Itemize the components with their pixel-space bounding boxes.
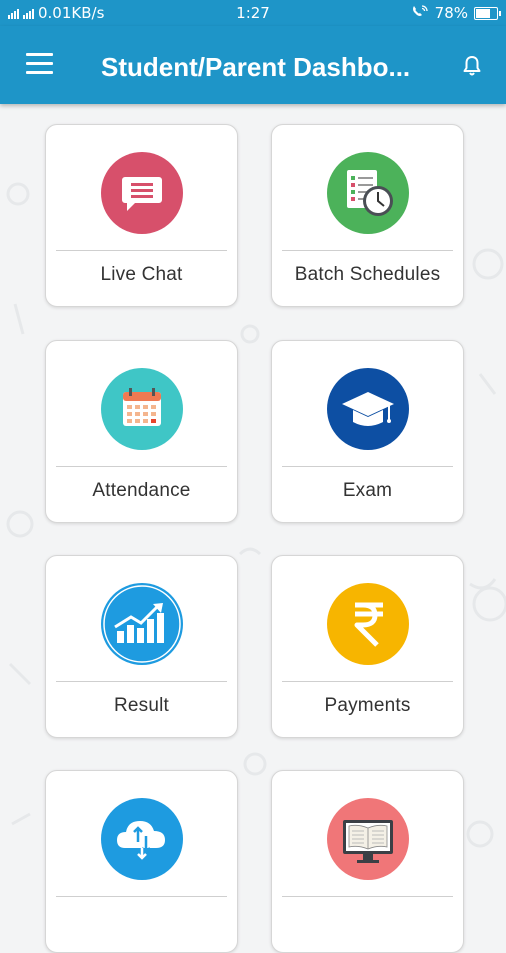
bell-icon[interactable] <box>460 54 484 78</box>
divider <box>282 681 453 682</box>
tile-downloads[interactable] <box>45 770 238 953</box>
battery-icon <box>474 6 501 20</box>
divider <box>56 681 227 682</box>
tile-label: Exam <box>342 480 393 501</box>
tile-label: Payments <box>324 695 411 716</box>
tile-library[interactable] <box>271 770 464 953</box>
tile-label: Attendance <box>92 480 191 501</box>
graduation-cap-icon <box>326 368 409 450</box>
divider <box>56 250 227 251</box>
tile-batch-schedules[interactable]: Batch Schedules <box>271 124 464 307</box>
tile-label: Batch Schedules <box>294 264 441 285</box>
tile-exam[interactable]: Exam <box>271 340 464 523</box>
divider <box>282 250 453 251</box>
divider <box>282 466 453 467</box>
rupee-icon <box>326 583 409 665</box>
chat-icon <box>100 152 183 234</box>
cloud-sync-icon <box>100 798 183 880</box>
app-bar: Student/Parent Dashbo... <box>0 26 506 104</box>
tile-live-chat[interactable]: Live Chat <box>45 124 238 307</box>
divider <box>56 896 227 897</box>
dashboard-grid: Live Chat Batch Schedules Attendance Exa… <box>0 104 506 953</box>
divider <box>56 466 227 467</box>
divider <box>282 896 453 897</box>
hamburger-menu-icon[interactable] <box>26 53 54 75</box>
growth-chart-icon <box>100 583 183 665</box>
page-title: Student/Parent Dashbo... <box>101 52 411 82</box>
tile-payments[interactable]: Payments <box>271 555 464 738</box>
tile-attendance[interactable]: Attendance <box>45 340 238 523</box>
tile-result[interactable]: Result <box>45 555 238 738</box>
tile-label: Live Chat <box>100 264 183 285</box>
calendar-icon <box>100 368 183 450</box>
ebook-monitor-icon <box>326 798 409 880</box>
schedule-clock-icon <box>326 152 409 234</box>
wifi-call-icon <box>411 4 429 22</box>
battery-percent: 78% <box>434 4 468 22</box>
status-bar: 0.01KB/s 1:27 78% <box>0 0 506 26</box>
tile-label: Result <box>113 695 170 716</box>
